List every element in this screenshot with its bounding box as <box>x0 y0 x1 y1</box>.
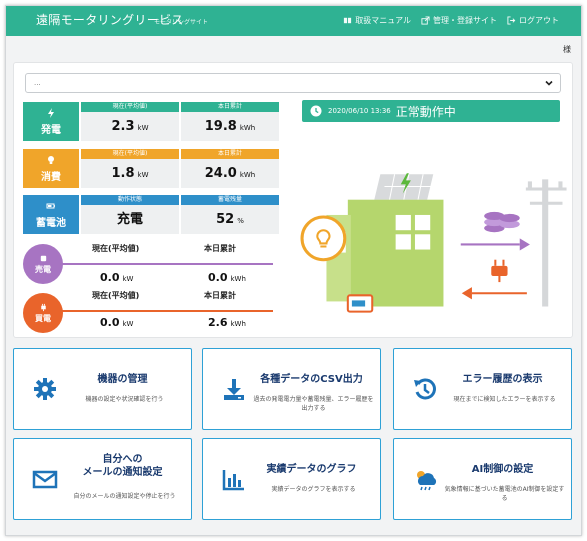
consumption-current-header: 現在(平均値) <box>81 149 179 159</box>
device-management-card[interactable]: 機器の管理 機器の設定や状況確認を行う <box>13 348 192 430</box>
logout-link[interactable]: ログアウト <box>507 15 559 26</box>
buy-current-unit: kW <box>122 320 134 328</box>
consumption-current-value: 1.8 <box>111 166 135 181</box>
consumption-total-value: 24.0 <box>204 166 237 181</box>
consumption-label-box: 消費 <box>23 149 79 188</box>
buy-label: 買電 <box>35 313 51 323</box>
sell-current-header: 現在(平均値) <box>92 244 140 253</box>
clock-icon <box>310 105 322 117</box>
battery-state-cell: 動作状態 充電 <box>81 195 179 234</box>
sell-icon <box>40 255 46 261</box>
user-name: 様 <box>563 44 571 55</box>
manual-link-label: 取扱マニュアル <box>355 16 411 25</box>
generation-label-box: 発電 <box>23 102 79 141</box>
consumption-total-cell: 本日累計 24.0 kWh <box>181 149 279 188</box>
consumption-total-header: 本日累計 <box>181 149 279 159</box>
battery-level-header: 蓄電残量 <box>181 195 279 205</box>
battery-state-value: 充電 <box>116 212 143 227</box>
history-icon <box>414 378 436 400</box>
buy-total-header: 本日累計 <box>204 291 236 300</box>
generation-total-header: 本日累計 <box>181 102 279 112</box>
buy-total-unit: kWh <box>230 320 246 328</box>
status-banner: 2020/06/10 13:36 正常動作中 <box>302 100 560 122</box>
buy-total-value: 2.6 <box>208 316 228 329</box>
battery-level-cell: 蓄電残量 52% <box>181 195 279 234</box>
generation-current-value: 2.3 <box>111 119 135 134</box>
battery-icon <box>46 203 55 208</box>
buy-badge: 買電 <box>23 293 63 333</box>
csv-export-card[interactable]: 各種データのCSV出力 過去の発電電力量や蓄電残量、エラー履歴を出力する <box>202 348 381 430</box>
battery-label: 蓄電池 <box>36 217 66 229</box>
header-links: 取扱マニュアル 管理・登録サイト ログアウト <box>343 15 559 26</box>
status-text: 正常動作中 <box>395 104 456 119</box>
generation-current-unit: kW <box>137 124 149 132</box>
ai-control-card[interactable]: AI制御の設定 気象情報に基づいた蓄電池のAI制御を設定する <box>393 438 572 520</box>
generation-current-header: 現在(平均値) <box>81 102 179 112</box>
error-history-card[interactable]: エラー履歴の表示 現在までに検知したエラーを表示する <box>393 348 572 430</box>
user-suffix: 様 <box>563 45 571 54</box>
mail-notification-desc: 自分のメールの通知設定や停止を行う <box>73 493 176 500</box>
battery-level-unit: % <box>237 217 244 225</box>
mail-icon <box>32 470 58 489</box>
sell-current-value: 0.0 <box>100 271 120 284</box>
sell-badge: 売電 <box>23 244 63 284</box>
ai-control-desc: 気象情報に基づいた蓄電池のAI制御を設定する <box>444 486 565 502</box>
generation-total-value: 19.8 <box>204 119 237 134</box>
download-icon <box>224 379 244 400</box>
graph-desc: 実績データのグラフを表示する <box>271 486 356 493</box>
battery-label-box: 蓄電池 <box>23 195 79 234</box>
csv-export-desc: 過去の発電電力量や蓄電残量、エラー履歴を出力する <box>253 396 374 412</box>
lightning-icon <box>48 107 54 118</box>
top-navbar: 遠隔モータリングリービス モータリングサイト 取扱マニュアル 管理・登録サイト … <box>6 6 581 36</box>
plug-icon <box>40 303 46 311</box>
device-management-title: 機器の管理 <box>97 374 148 385</box>
buy-current-value: 0.0 <box>100 316 120 329</box>
manual-link[interactable]: 取扱マニュアル <box>343 15 411 26</box>
sell-current-unit: kW <box>122 275 134 283</box>
graph-title: 実績データのグラフ <box>266 464 357 475</box>
weather-icon <box>417 471 437 491</box>
generation-current-cell: 現在(平均値) 2.3 kW <box>81 102 179 141</box>
buy-current-header: 現在(平均値) <box>92 291 140 300</box>
consumption-label: 消費 <box>41 171 61 183</box>
logout-icon <box>507 16 516 25</box>
status-timestamp: 2020/06/10 13:36 <box>328 107 391 115</box>
external-link-icon <box>421 16 430 25</box>
app-subtitle: モータリングサイト <box>154 19 209 26</box>
book-icon <box>344 17 352 24</box>
battery-state-header: 動作状態 <box>81 195 179 205</box>
battery-level-value: 52 <box>216 212 235 227</box>
generation-label: 発電 <box>41 124 61 136</box>
error-history-desc: 現在までに検知したエラーを表示する <box>453 396 556 403</box>
app-frame: 遠隔モータリングリービス モータリングサイト 取扱マニュアル 管理・登録サイト … <box>5 5 582 536</box>
lightbulb-icon <box>48 155 54 164</box>
sell-divider <box>61 263 273 265</box>
consumption-current-unit: kW <box>137 171 149 179</box>
generation-total-cell: 本日累計 19.8 kWh <box>181 102 279 141</box>
admin-site-link[interactable]: 管理・登録サイト <box>421 15 497 26</box>
generation-total-unit: kWh <box>239 124 256 132</box>
error-history-title: エラー履歴の表示 <box>462 374 543 385</box>
chevron-down-icon <box>545 80 553 86</box>
logout-link-label: ログアウト <box>519 16 559 25</box>
gear-icon <box>34 378 56 400</box>
consumption-total-unit: kWh <box>239 171 256 179</box>
ai-control-title: AI制御の設定 <box>471 464 534 475</box>
sell-total-unit: kWh <box>230 275 246 283</box>
device-management-desc: 機器の設定や状況確認を行う <box>85 396 164 403</box>
site-select-value: ... <box>34 79 41 87</box>
consumption-current-cell: 現在(平均値) 1.8 kW <box>81 149 179 188</box>
buy-divider <box>61 310 273 312</box>
sell-total-header: 本日累計 <box>204 244 236 253</box>
mail-notification-card[interactable]: 自分への メールの通知設定 自分のメールの通知設定や停止を行う <box>13 438 192 520</box>
sell-total-value: 0.0 <box>208 271 228 284</box>
sell-label: 売電 <box>35 264 51 274</box>
csv-export-title: 各種データのCSV出力 <box>260 374 363 385</box>
graph-card[interactable]: 実績データのグラフ 実績データのグラフを表示する <box>202 438 381 520</box>
bar-chart-icon <box>222 470 244 491</box>
admin-site-link-label: 管理・登録サイト <box>433 16 497 25</box>
mail-notification-title: 自分への メールの通知設定 <box>82 454 163 478</box>
site-select[interactable]: ... <box>25 73 561 93</box>
